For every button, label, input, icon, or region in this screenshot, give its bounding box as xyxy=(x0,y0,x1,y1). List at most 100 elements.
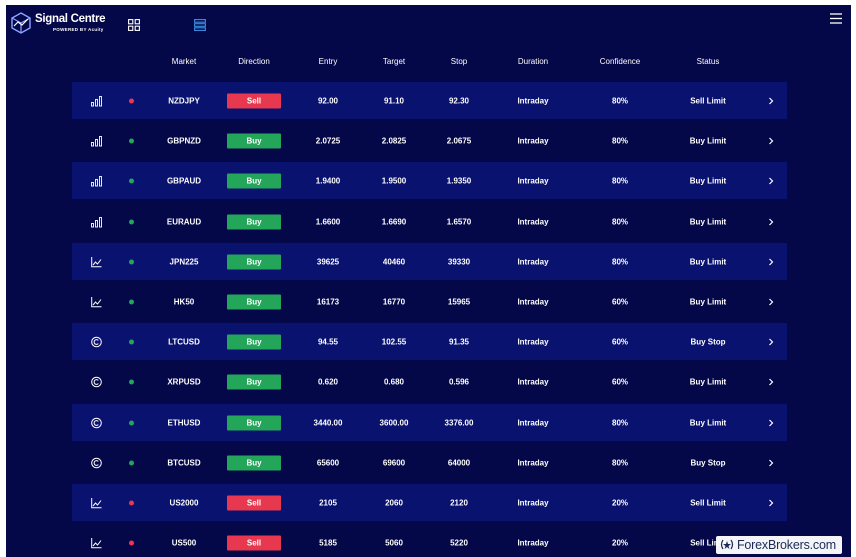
duration-cell: Intraday xyxy=(517,257,549,266)
status-cell: Buy Limit xyxy=(689,377,727,386)
market-cell: NZDJPY xyxy=(168,96,200,105)
duration-cell: Intraday xyxy=(517,176,549,185)
chevron-right-icon[interactable] xyxy=(768,137,774,145)
chevron-right-icon[interactable] xyxy=(768,177,774,185)
signal-row[interactable]: Sell NZDJPY 92.00 91.10 92.30 Intraday 80% Sell… xyxy=(72,82,787,119)
grid-view-icon[interactable] xyxy=(128,19,140,31)
signal-row[interactable]: Buy ETHUSD 3440.00 3600.00 3376.00 Intraday 80… xyxy=(72,404,787,441)
target-cell: 2060 xyxy=(385,498,403,507)
app-subtitle: POWERED BY Acuity xyxy=(53,26,104,32)
crypto-coin-icon xyxy=(91,376,102,387)
signal-row[interactable]: Sell US500 5185 5060 5220 Intraday 20% Sell Lim… xyxy=(72,524,787,557)
column-header-direction[interactable]: Direction xyxy=(238,57,270,66)
status-dot xyxy=(129,540,134,545)
buy-badge[interactable]: Buy xyxy=(227,374,281,389)
confidence-cell: 80% xyxy=(611,176,629,185)
confidence-cell: 80% xyxy=(611,458,629,467)
sell-badge[interactable]: Sell xyxy=(227,495,281,510)
target-cell: 0.680 xyxy=(383,377,405,386)
sell-badge[interactable]: Sell xyxy=(227,535,281,550)
chevron-right-icon[interactable] xyxy=(768,298,774,306)
duration-cell: Intraday xyxy=(517,297,549,306)
signal-row[interactable]: Buy LTCUSD 94.55 102.55 91.35 Intraday 60% Buy … xyxy=(72,323,787,360)
signal-row[interactable]: Buy BTCUSD 65600 69600 64000 Intraday 80% Buy S… xyxy=(72,444,787,481)
table-header: Market Direction Entry Target Stop Durat… xyxy=(72,55,787,69)
buy-badge[interactable]: Buy xyxy=(227,214,281,229)
hamburger-menu-icon[interactable] xyxy=(830,13,842,24)
column-header-confidence[interactable]: Confidence xyxy=(600,57,640,66)
chevron-right-icon[interactable] xyxy=(768,97,774,105)
chevron-right-icon[interactable] xyxy=(768,459,774,467)
signal-row[interactable]: Buy HK50 16173 16770 15965 Intraday 60% Buy Lim… xyxy=(72,283,787,320)
line-chart-icon xyxy=(91,497,102,508)
duration-cell: Intraday xyxy=(517,136,549,145)
column-header-entry[interactable]: Entry xyxy=(319,57,338,66)
signal-row[interactable]: Buy EURAUD 1.6600 1.6690 1.6570 Intraday 80% Bu… xyxy=(72,203,787,240)
column-header-duration[interactable]: Duration xyxy=(518,57,548,66)
signal-centre-app: Signal Centre POWERED BY Acuity Market D… xyxy=(6,5,851,557)
status-dot xyxy=(129,219,134,224)
target-cell: 102.55 xyxy=(381,337,407,346)
chevron-right-icon[interactable] xyxy=(768,419,774,427)
target-cell: 91.10 xyxy=(383,96,405,105)
confidence-cell: 60% xyxy=(611,337,629,346)
signal-row[interactable]: Buy GBPNZD 2.0725 2.0825 2.0675 Intraday 80% Bu… xyxy=(72,122,787,159)
chevron-right-icon[interactable] xyxy=(768,338,774,346)
duration-cell: Intraday xyxy=(517,377,549,386)
buy-badge[interactable]: Buy xyxy=(227,455,281,470)
column-header-market[interactable]: Market xyxy=(172,57,196,66)
status-cell: Sell Limit xyxy=(690,96,726,105)
list-view-icon[interactable] xyxy=(194,19,206,31)
target-cell: 2.0825 xyxy=(381,136,407,145)
stop-cell: 15965 xyxy=(447,297,471,306)
status-dot xyxy=(129,138,134,143)
status-cell: Buy Limit xyxy=(689,418,727,427)
status-cell: Buy Stop xyxy=(690,458,726,467)
entry-cell: 16173 xyxy=(316,297,340,306)
buy-badge[interactable]: Buy xyxy=(227,254,281,269)
stop-cell: 1.9350 xyxy=(446,176,472,185)
chevron-right-icon[interactable] xyxy=(768,378,774,386)
market-cell: ETHUSD xyxy=(167,418,201,427)
entry-cell: 94.55 xyxy=(317,337,339,346)
line-chart-icon xyxy=(91,537,102,548)
bar-chart-icon xyxy=(91,135,102,146)
entry-cell: 3440.00 xyxy=(313,418,343,427)
signal-row[interactable]: Sell US2000 2105 2060 2120 Intraday 20% Sell Li… xyxy=(72,484,787,521)
stop-cell: 1.6570 xyxy=(446,217,472,226)
chevron-right-icon[interactable] xyxy=(768,258,774,266)
line-chart-icon xyxy=(91,296,102,307)
buy-badge[interactable]: Buy xyxy=(227,173,281,188)
entry-cell: 2.0725 xyxy=(315,136,341,145)
chevron-right-icon[interactable] xyxy=(768,218,774,226)
app-logo[interactable]: Signal Centre POWERED BY Acuity xyxy=(11,12,106,34)
signal-row[interactable]: Buy GBPAUD 1.9400 1.9500 1.9350 Intraday 80% Bu… xyxy=(72,162,787,199)
stop-cell: 3376.00 xyxy=(444,418,474,427)
entry-cell: 5185 xyxy=(319,538,337,547)
buy-badge[interactable]: Buy xyxy=(227,133,281,148)
bar-chart-icon xyxy=(91,216,102,227)
market-cell: GBPNZD xyxy=(167,136,201,145)
target-cell: 69600 xyxy=(382,458,406,467)
forexbrokers-watermark: ForexBrokers.com xyxy=(716,536,842,554)
status-cell: Buy Limit xyxy=(689,297,727,306)
duration-cell: Intraday xyxy=(517,96,549,105)
entry-cell: 65600 xyxy=(316,458,340,467)
buy-badge[interactable]: Buy xyxy=(227,334,281,349)
signal-row[interactable]: Buy JPN225 39625 40460 39330 Intraday 80% Buy L… xyxy=(72,243,787,280)
duration-cell: Intraday xyxy=(517,498,549,507)
signal-row[interactable]: Buy XRPUSD 0.620 0.680 0.596 Intraday 60% Buy L… xyxy=(72,363,787,400)
buy-badge[interactable]: Buy xyxy=(227,294,281,309)
sell-badge[interactable]: Sell xyxy=(227,93,281,108)
app-title: Signal Centre xyxy=(35,13,106,25)
market-cell: US2000 xyxy=(169,498,199,507)
column-header-target[interactable]: Target xyxy=(383,57,405,66)
chevron-right-icon[interactable] xyxy=(768,499,774,507)
column-header-status[interactable]: Status xyxy=(697,57,720,66)
bar-chart-icon xyxy=(91,95,102,106)
buy-badge[interactable]: Buy xyxy=(227,415,281,430)
confidence-cell: 80% xyxy=(611,96,629,105)
column-header-stop[interactable]: Stop xyxy=(451,57,467,66)
market-cell: XRPUSD xyxy=(167,377,201,386)
confidence-cell: 80% xyxy=(611,257,629,266)
